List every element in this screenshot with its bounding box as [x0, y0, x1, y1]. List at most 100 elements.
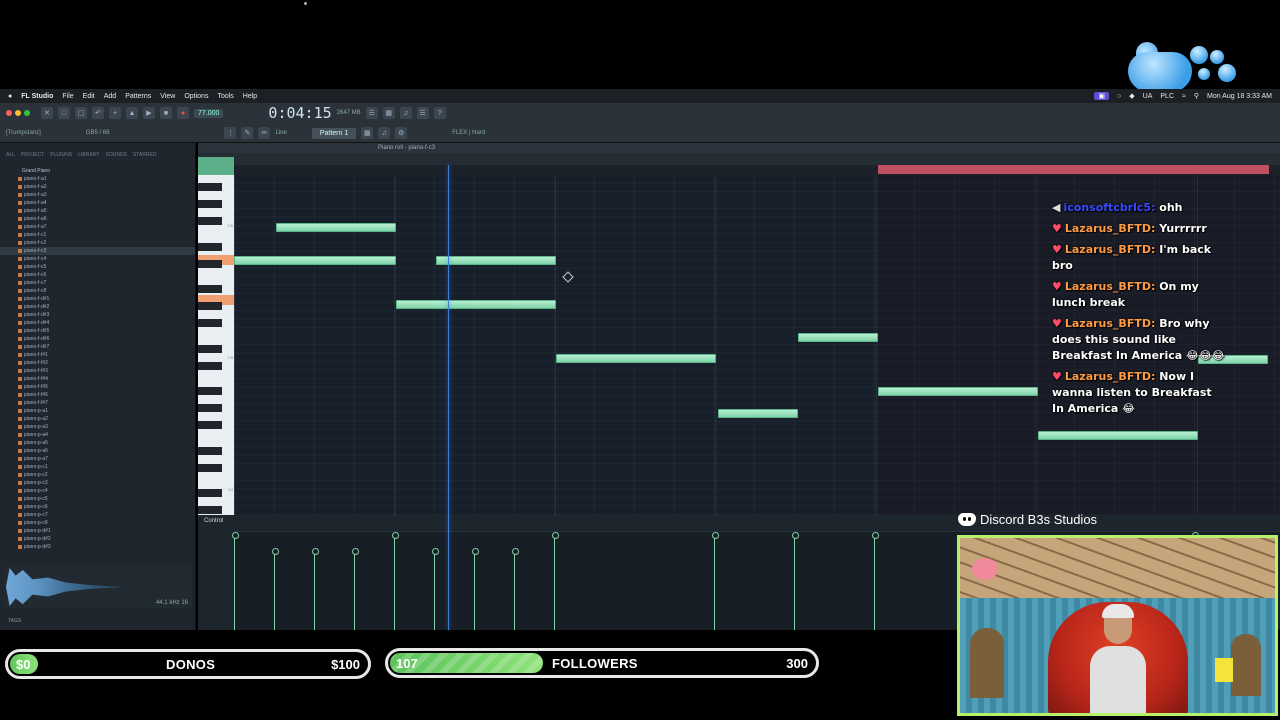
browser-item[interactable]: piano-p-a6	[0, 447, 195, 455]
tempo-display[interactable]: 77.000	[194, 108, 224, 118]
browser-item[interactable]: piano-p-a5	[0, 439, 195, 447]
close-window-icon[interactable]	[6, 110, 12, 116]
browser-item[interactable]: piano-p-c7	[0, 511, 195, 519]
browser-tab-project[interactable]: PROJECT	[21, 152, 44, 158]
wifi-icon[interactable]: ≈	[1182, 93, 1186, 100]
midi-note[interactable]	[396, 300, 556, 309]
velocity-handle[interactable]	[552, 532, 559, 630]
help-icon[interactable]: ?	[433, 107, 446, 119]
midi-note[interactable]	[1038, 431, 1198, 440]
paint-icon[interactable]: ✏	[258, 127, 271, 139]
flex-preset[interactable]: FLEX | Hard	[452, 130, 485, 136]
menu-file[interactable]: File	[62, 93, 73, 100]
velocity-handle[interactable]	[312, 548, 319, 630]
apple-icon[interactable]: ●	[8, 93, 12, 100]
line-mode[interactable]: Line	[275, 130, 286, 136]
black-key[interactable]	[198, 362, 222, 370]
velocity-handle[interactable]	[432, 548, 439, 630]
black-key[interactable]	[198, 200, 222, 208]
playlist-icon[interactable]: ▦	[361, 127, 374, 139]
loop-region[interactable]	[878, 165, 1269, 174]
browser-item[interactable]: piano-f-d#3	[0, 311, 195, 319]
black-key[interactable]	[198, 345, 222, 353]
browser-item[interactable]: piano-p-a2	[0, 415, 195, 423]
browser-item[interactable]: piano-f-d#5	[0, 327, 195, 335]
playhead[interactable]	[448, 165, 449, 630]
browser-item[interactable]: piano-f-d#6	[0, 335, 195, 343]
record-icon[interactable]: ●	[177, 107, 189, 119]
stop-icon[interactable]: ■	[160, 107, 172, 119]
browser-item[interactable]: piano-p-c6	[0, 503, 195, 511]
velocity-handle[interactable]	[792, 532, 799, 630]
browser-item[interactable]: piano-p-c3	[0, 479, 195, 487]
browser-item[interactable]: piano-f-c8	[0, 287, 195, 295]
browser-item[interactable]: piano-f-a5	[0, 207, 195, 215]
velocity-handle[interactable]	[272, 548, 279, 630]
zoom-window-icon[interactable]	[24, 110, 30, 116]
status-ua[interactable]: UA	[1143, 93, 1153, 100]
browser-item[interactable]: piano-f-d#1	[0, 295, 195, 303]
midi-note[interactable]	[718, 409, 798, 418]
black-key[interactable]	[198, 421, 222, 429]
black-key[interactable]	[198, 464, 222, 472]
status-plc[interactable]: PLC	[1160, 93, 1174, 100]
minimize-window-icon[interactable]	[15, 110, 21, 116]
browser-item[interactable]: piano-f-a2	[0, 183, 195, 191]
metronome-icon[interactable]: ▲	[126, 107, 138, 119]
browser-item[interactable]: piano-p-c2	[0, 471, 195, 479]
velocity-handle[interactable]	[392, 532, 399, 630]
velocity-handle[interactable]	[872, 532, 879, 630]
browser-item[interactable]: piano-f-d#4	[0, 319, 195, 327]
browser-folder[interactable]: Grand Piano	[0, 167, 195, 175]
black-key[interactable]	[198, 183, 222, 191]
draw-icon[interactable]: ✎	[241, 127, 254, 139]
browser-item[interactable]: piano-f-c5	[0, 263, 195, 271]
browser-item[interactable]: piano-f-f#5	[0, 383, 195, 391]
browser-item[interactable]: piano-p-a3	[0, 423, 195, 431]
piano-keys[interactable]: C6 C5 C4	[198, 175, 234, 515]
app-name[interactable]: FL Studio	[21, 93, 53, 100]
browser-item[interactable]: piano-f-c4	[0, 255, 195, 263]
browser-item[interactable]: piano-p-c5	[0, 495, 195, 503]
browser-item[interactable]: piano-f-c6	[0, 271, 195, 279]
browser-tab-plugins[interactable]: PLUGINS	[50, 152, 72, 158]
sample-waveform[interactable]: 44.1 kHz 16	[4, 566, 192, 608]
eye-icon[interactable]: ◆	[1129, 92, 1134, 100]
screen-record-icon[interactable]: ▣	[1094, 92, 1110, 100]
browser-item[interactable]: piano-f-f#3	[0, 367, 195, 375]
browser-tab-library[interactable]: LIBRARY	[78, 152, 99, 158]
tags-label[interactable]: TAGS	[8, 618, 21, 624]
browser-tab-starred[interactable]: STARRED	[133, 152, 157, 158]
piano-roll-icon[interactable]: ♫	[399, 107, 412, 119]
channel-rack-icon[interactable]: ▦	[382, 107, 395, 119]
black-key[interactable]	[198, 319, 222, 327]
pattern-selector[interactable]: Pattern 1	[311, 127, 357, 139]
status-icon[interactable]: ○	[1117, 93, 1121, 100]
velocity-handle[interactable]	[512, 548, 519, 630]
browser-item[interactable]: piano-f-a4	[0, 199, 195, 207]
menu-tools[interactable]: Tools	[217, 93, 233, 100]
add-icon[interactable]: +	[109, 107, 121, 119]
browser-item[interactable]: piano-f-a7	[0, 223, 195, 231]
black-key[interactable]	[198, 285, 222, 293]
browser-tab-all[interactable]: ALL	[6, 152, 15, 158]
snap-icon[interactable]: ⋮	[224, 127, 237, 139]
browser-item[interactable]: piano-f-d#7	[0, 343, 195, 351]
velocity-handle[interactable]	[472, 548, 479, 630]
midi-note[interactable]	[234, 256, 396, 265]
browser-item[interactable]: piano-p-c4	[0, 487, 195, 495]
menu-add[interactable]: Add	[104, 93, 116, 100]
browser-item[interactable]: piano-p-d#3	[0, 543, 195, 551]
black-key[interactable]	[198, 387, 222, 395]
menu-edit[interactable]: Edit	[83, 93, 95, 100]
copy-icon[interactable]: □	[58, 107, 70, 119]
black-key[interactable]	[198, 302, 222, 310]
paste-icon[interactable]: ▢	[75, 107, 87, 119]
midi-note[interactable]	[556, 354, 716, 363]
browser-item[interactable]: piano-f-f#7	[0, 399, 195, 407]
browser-item[interactable]: piano-f-c7	[0, 279, 195, 287]
song-time[interactable]: 0:04:15	[268, 104, 331, 122]
undo-icon[interactable]: ↶	[92, 107, 104, 119]
black-key[interactable]	[198, 260, 222, 268]
browser-item[interactable]: piano-p-d#2	[0, 535, 195, 543]
